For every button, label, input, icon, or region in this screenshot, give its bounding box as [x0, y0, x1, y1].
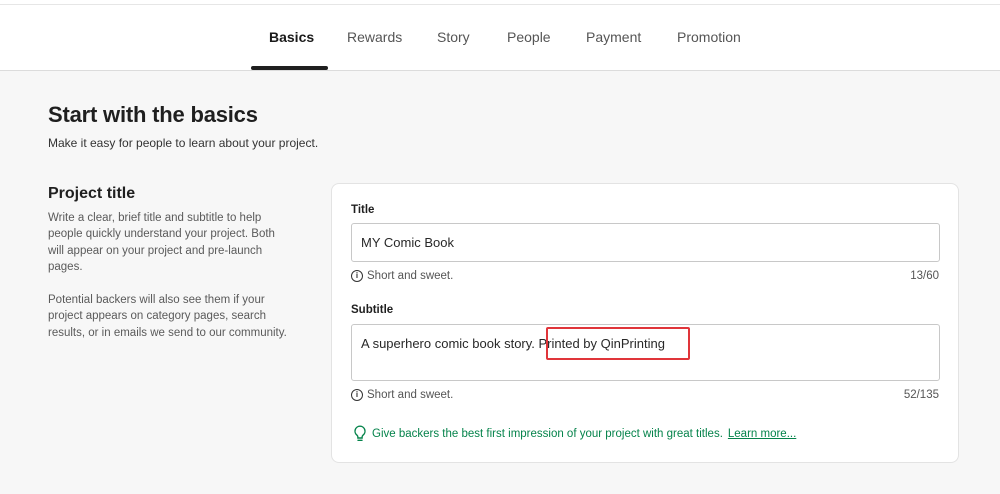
subtitle-hint: i Short and sweet.	[351, 389, 453, 401]
tab-rewards[interactable]: Rewards	[347, 29, 402, 45]
subtitle-char-counter: 52/135	[903, 389, 939, 401]
subtitle-hint-text: Short and sweet.	[367, 389, 454, 401]
section-description: Write a clear, brief title and subtitle …	[48, 212, 275, 273]
highlight-annotation	[546, 327, 690, 360]
title-tip: Give backers the best first impression o…	[353, 425, 796, 442]
subtitle-label: Subtitle	[351, 304, 394, 316]
active-tab-indicator	[251, 66, 328, 70]
lightbulb-icon	[354, 425, 366, 442]
title-input[interactable]: MY Comic Book	[351, 223, 940, 262]
info-icon: i	[351, 389, 363, 401]
title-label: Title	[351, 204, 375, 216]
title-char-counter: 13/60	[910, 270, 939, 282]
page-subtitle: Make it easy for people to learn about y…	[48, 136, 319, 150]
title-hint: i Short and sweet.	[351, 270, 453, 282]
section-title: Project title	[48, 185, 136, 202]
tab-people[interactable]: People	[507, 29, 551, 45]
tab-basics[interactable]: Basics	[269, 29, 314, 45]
learn-more-link[interactable]: Learn more...	[728, 428, 796, 440]
top-divider	[0, 4, 1000, 5]
top-navigation: Basics Rewards Story People Payment Prom…	[0, 0, 1000, 71]
page-title: Start with the basics	[48, 102, 258, 127]
tab-story[interactable]: Story	[437, 29, 470, 45]
tab-promotion[interactable]: Promotion	[677, 29, 741, 45]
info-icon: i	[351, 270, 363, 282]
tip-text: Give backers the best first impression o…	[372, 427, 723, 440]
title-hint-text: Short and sweet.	[367, 270, 454, 282]
tab-payment[interactable]: Payment	[586, 29, 641, 45]
section-description-secondary: Potential backers will also see them if …	[48, 294, 287, 339]
